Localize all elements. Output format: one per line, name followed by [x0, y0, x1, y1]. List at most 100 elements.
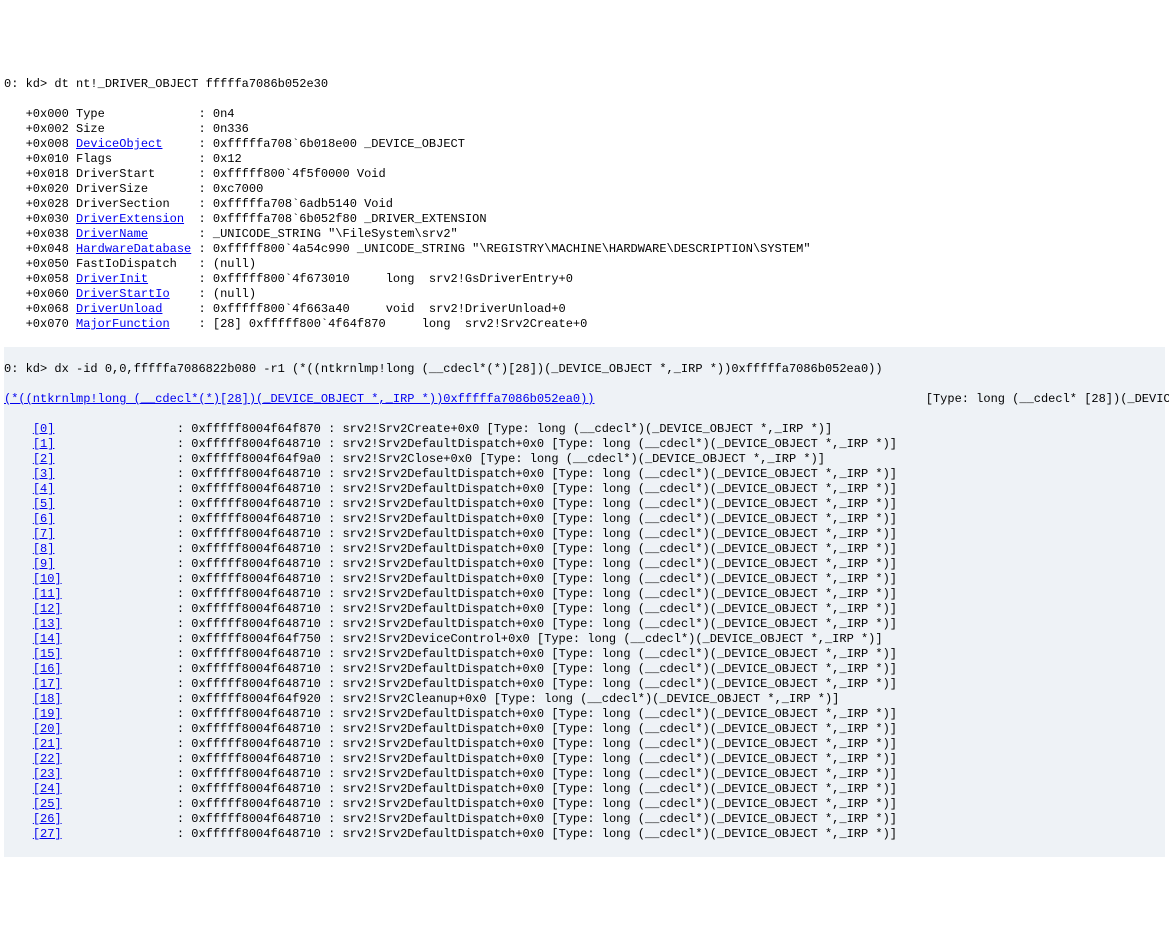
field-name[interactable]: HardwareDatabase	[76, 242, 191, 256]
dx-index-link[interactable]: [18]	[33, 692, 62, 706]
dx-entry-row: [20] : 0xfffff8004f648710 : srv2!Srv2Def…	[4, 722, 1165, 737]
dx-index-link[interactable]: [19]	[33, 707, 62, 721]
dx-entry-symbol: srv2!Srv2DefaultDispatch+0x0	[342, 662, 544, 676]
dt-field-row: +0x070 MajorFunction : [28] 0xfffff800`4…	[4, 317, 1165, 332]
field-offset: +0x020	[26, 182, 69, 196]
field-offset: +0x030	[26, 212, 69, 226]
dx-entry-address: 0xfffff8004f648710	[191, 662, 321, 676]
dx-index-link[interactable]: [11]	[33, 587, 62, 601]
field-offset: +0x058	[26, 272, 69, 286]
dx-entry-address: 0xfffff8004f648710	[191, 437, 321, 451]
field-name: Flags	[76, 152, 112, 166]
field-name[interactable]: MajorFunction	[76, 317, 170, 331]
dx-entry-row: [24] : 0xfffff8004f648710 : srv2!Srv2Def…	[4, 782, 1165, 797]
dt-field-row: +0x060 DriverStartIo : (null)	[4, 287, 1165, 302]
field-offset: +0x002	[26, 122, 69, 136]
dx-entry-symbol: srv2!Srv2DefaultDispatch+0x0	[342, 827, 544, 841]
dx-entry-symbol: srv2!Srv2DefaultDispatch+0x0	[342, 602, 544, 616]
dx-entry-symbol: srv2!Srv2DefaultDispatch+0x0	[342, 527, 544, 541]
field-name[interactable]: DriverInit	[76, 272, 148, 286]
dt-field-row: +0x000 Type : 0n4	[4, 107, 1165, 122]
dt-field-row: +0x038 DriverName : _UNICODE_STRING "\Fi…	[4, 227, 1165, 242]
dx-header-type: [Type: long (__cdecl* [28])(_DEVICE_OBJE…	[926, 392, 1169, 406]
dx-index-link[interactable]: [25]	[33, 797, 62, 811]
dx-index-link[interactable]: [14]	[33, 632, 62, 646]
dx-index-link[interactable]: [2]	[33, 452, 55, 466]
dt-field-row: +0x002 Size : 0n336	[4, 122, 1165, 137]
dx-index-link[interactable]: [20]	[33, 722, 62, 736]
field-separator: :	[198, 152, 212, 166]
dx-entry-type: [Type: long (__cdecl*)(_DEVICE_OBJECT *,…	[551, 662, 897, 676]
dx-header-expr-link[interactable]: (*((ntkrnlmp!long (__cdecl*(*)[28])(_DEV…	[4, 392, 595, 406]
dx-entry-address: 0xfffff8004f648710	[191, 707, 321, 721]
dx-entry-address: 0xfffff8004f648710	[191, 557, 321, 571]
dx-index-link[interactable]: [23]	[33, 767, 62, 781]
dx-index-link[interactable]: [8]	[33, 542, 55, 556]
dx-entry-symbol: srv2!Srv2DefaultDispatch+0x0	[342, 482, 544, 496]
dx-entry-type: [Type: long (__cdecl*)(_DEVICE_OBJECT *,…	[551, 677, 897, 691]
dx-entry-symbol: srv2!Srv2DefaultDispatch+0x0	[342, 797, 544, 811]
dx-entry-row: [3] : 0xfffff8004f648710 : srv2!Srv2Defa…	[4, 467, 1165, 482]
dx-index-link[interactable]: [17]	[33, 677, 62, 691]
dx-entry-row: [10] : 0xfffff8004f648710 : srv2!Srv2Def…	[4, 572, 1165, 587]
dx-index-link[interactable]: [3]	[33, 467, 55, 481]
dx-entry-symbol: srv2!Srv2DeviceControl+0x0	[342, 632, 529, 646]
field-separator: :	[198, 302, 212, 316]
field-separator: :	[198, 242, 212, 256]
dx-index-link[interactable]: [5]	[33, 497, 55, 511]
dx-entry-symbol: srv2!Srv2DefaultDispatch+0x0	[342, 752, 544, 766]
field-separator: :	[198, 137, 212, 151]
dx-index-link[interactable]: [15]	[33, 647, 62, 661]
dx-index-link[interactable]: [16]	[33, 662, 62, 676]
dx-index-link[interactable]: [9]	[33, 557, 55, 571]
field-separator: :	[198, 167, 212, 181]
dx-entry-symbol: srv2!Srv2DefaultDispatch+0x0	[342, 782, 544, 796]
dx-index-link[interactable]: [4]	[33, 482, 55, 496]
dx-entry-symbol: srv2!Srv2Create+0x0	[342, 422, 479, 436]
field-offset: +0x010	[26, 152, 69, 166]
field-name[interactable]: DriverUnload	[76, 302, 162, 316]
dx-index-link[interactable]: [13]	[33, 617, 62, 631]
dx-entry-symbol: srv2!Srv2DefaultDispatch+0x0	[342, 737, 544, 751]
dx-entry-row: [4] : 0xfffff8004f648710 : srv2!Srv2Defa…	[4, 482, 1165, 497]
dx-entry-type: [Type: long (__cdecl*)(_DEVICE_OBJECT *,…	[487, 422, 833, 436]
dx-index-link[interactable]: [1]	[33, 437, 55, 451]
dx-entry-address: 0xfffff8004f648710	[191, 827, 321, 841]
field-separator: :	[198, 107, 212, 121]
dx-index-link[interactable]: [10]	[33, 572, 62, 586]
field-value: 0xfffffa708`6adb5140 Void	[213, 197, 393, 211]
field-name: DriverStart	[76, 167, 155, 181]
field-name[interactable]: DriverName	[76, 227, 148, 241]
field-name[interactable]: DriverStartIo	[76, 287, 170, 301]
dx-entry-type: [Type: long (__cdecl*)(_DEVICE_OBJECT *,…	[551, 557, 897, 571]
dx-entry-address: 0xfffff8004f648710	[191, 617, 321, 631]
dx-entry-type: [Type: long (__cdecl*)(_DEVICE_OBJECT *,…	[551, 482, 897, 496]
field-value: 0x12	[213, 152, 242, 166]
dx-entry-row: [15] : 0xfffff8004f648710 : srv2!Srv2Def…	[4, 647, 1165, 662]
dx-index-link[interactable]: [26]	[33, 812, 62, 826]
dx-entry-symbol: srv2!Srv2DefaultDispatch+0x0	[342, 707, 544, 721]
dx-index-link[interactable]: [24]	[33, 782, 62, 796]
dx-index-link[interactable]: [6]	[33, 512, 55, 526]
dx-entry-address: 0xfffff8004f648710	[191, 647, 321, 661]
field-offset: +0x048	[26, 242, 69, 256]
dt-field-row: +0x020 DriverSize : 0xc7000	[4, 182, 1165, 197]
dx-index-link[interactable]: [21]	[33, 737, 62, 751]
dx-index-link[interactable]: [27]	[33, 827, 62, 841]
field-name: DriverSection	[76, 197, 170, 211]
field-name[interactable]: DriverExtension	[76, 212, 184, 226]
dx-command-line: 0: kd> dx -id 0,0,fffffa7086822b080 -r1 …	[4, 362, 1165, 377]
dx-index-link[interactable]: [7]	[33, 527, 55, 541]
dx-entry-address: 0xfffff8004f648710	[191, 767, 321, 781]
field-name[interactable]: DeviceObject	[76, 137, 162, 151]
dx-index-link[interactable]: [22]	[33, 752, 62, 766]
dx-entry-address: 0xfffff8004f648710	[191, 812, 321, 826]
dx-index-link[interactable]: [12]	[33, 602, 62, 616]
dx-index-link[interactable]: [0]	[33, 422, 55, 436]
field-offset: +0x050	[26, 257, 69, 271]
dx-entry-row: [21] : 0xfffff8004f648710 : srv2!Srv2Def…	[4, 737, 1165, 752]
field-separator: :	[198, 122, 212, 136]
dx-entry-address: 0xfffff8004f648710	[191, 512, 321, 526]
dx-entry-symbol: srv2!Srv2DefaultDispatch+0x0	[342, 497, 544, 511]
field-offset: +0x060	[26, 287, 69, 301]
